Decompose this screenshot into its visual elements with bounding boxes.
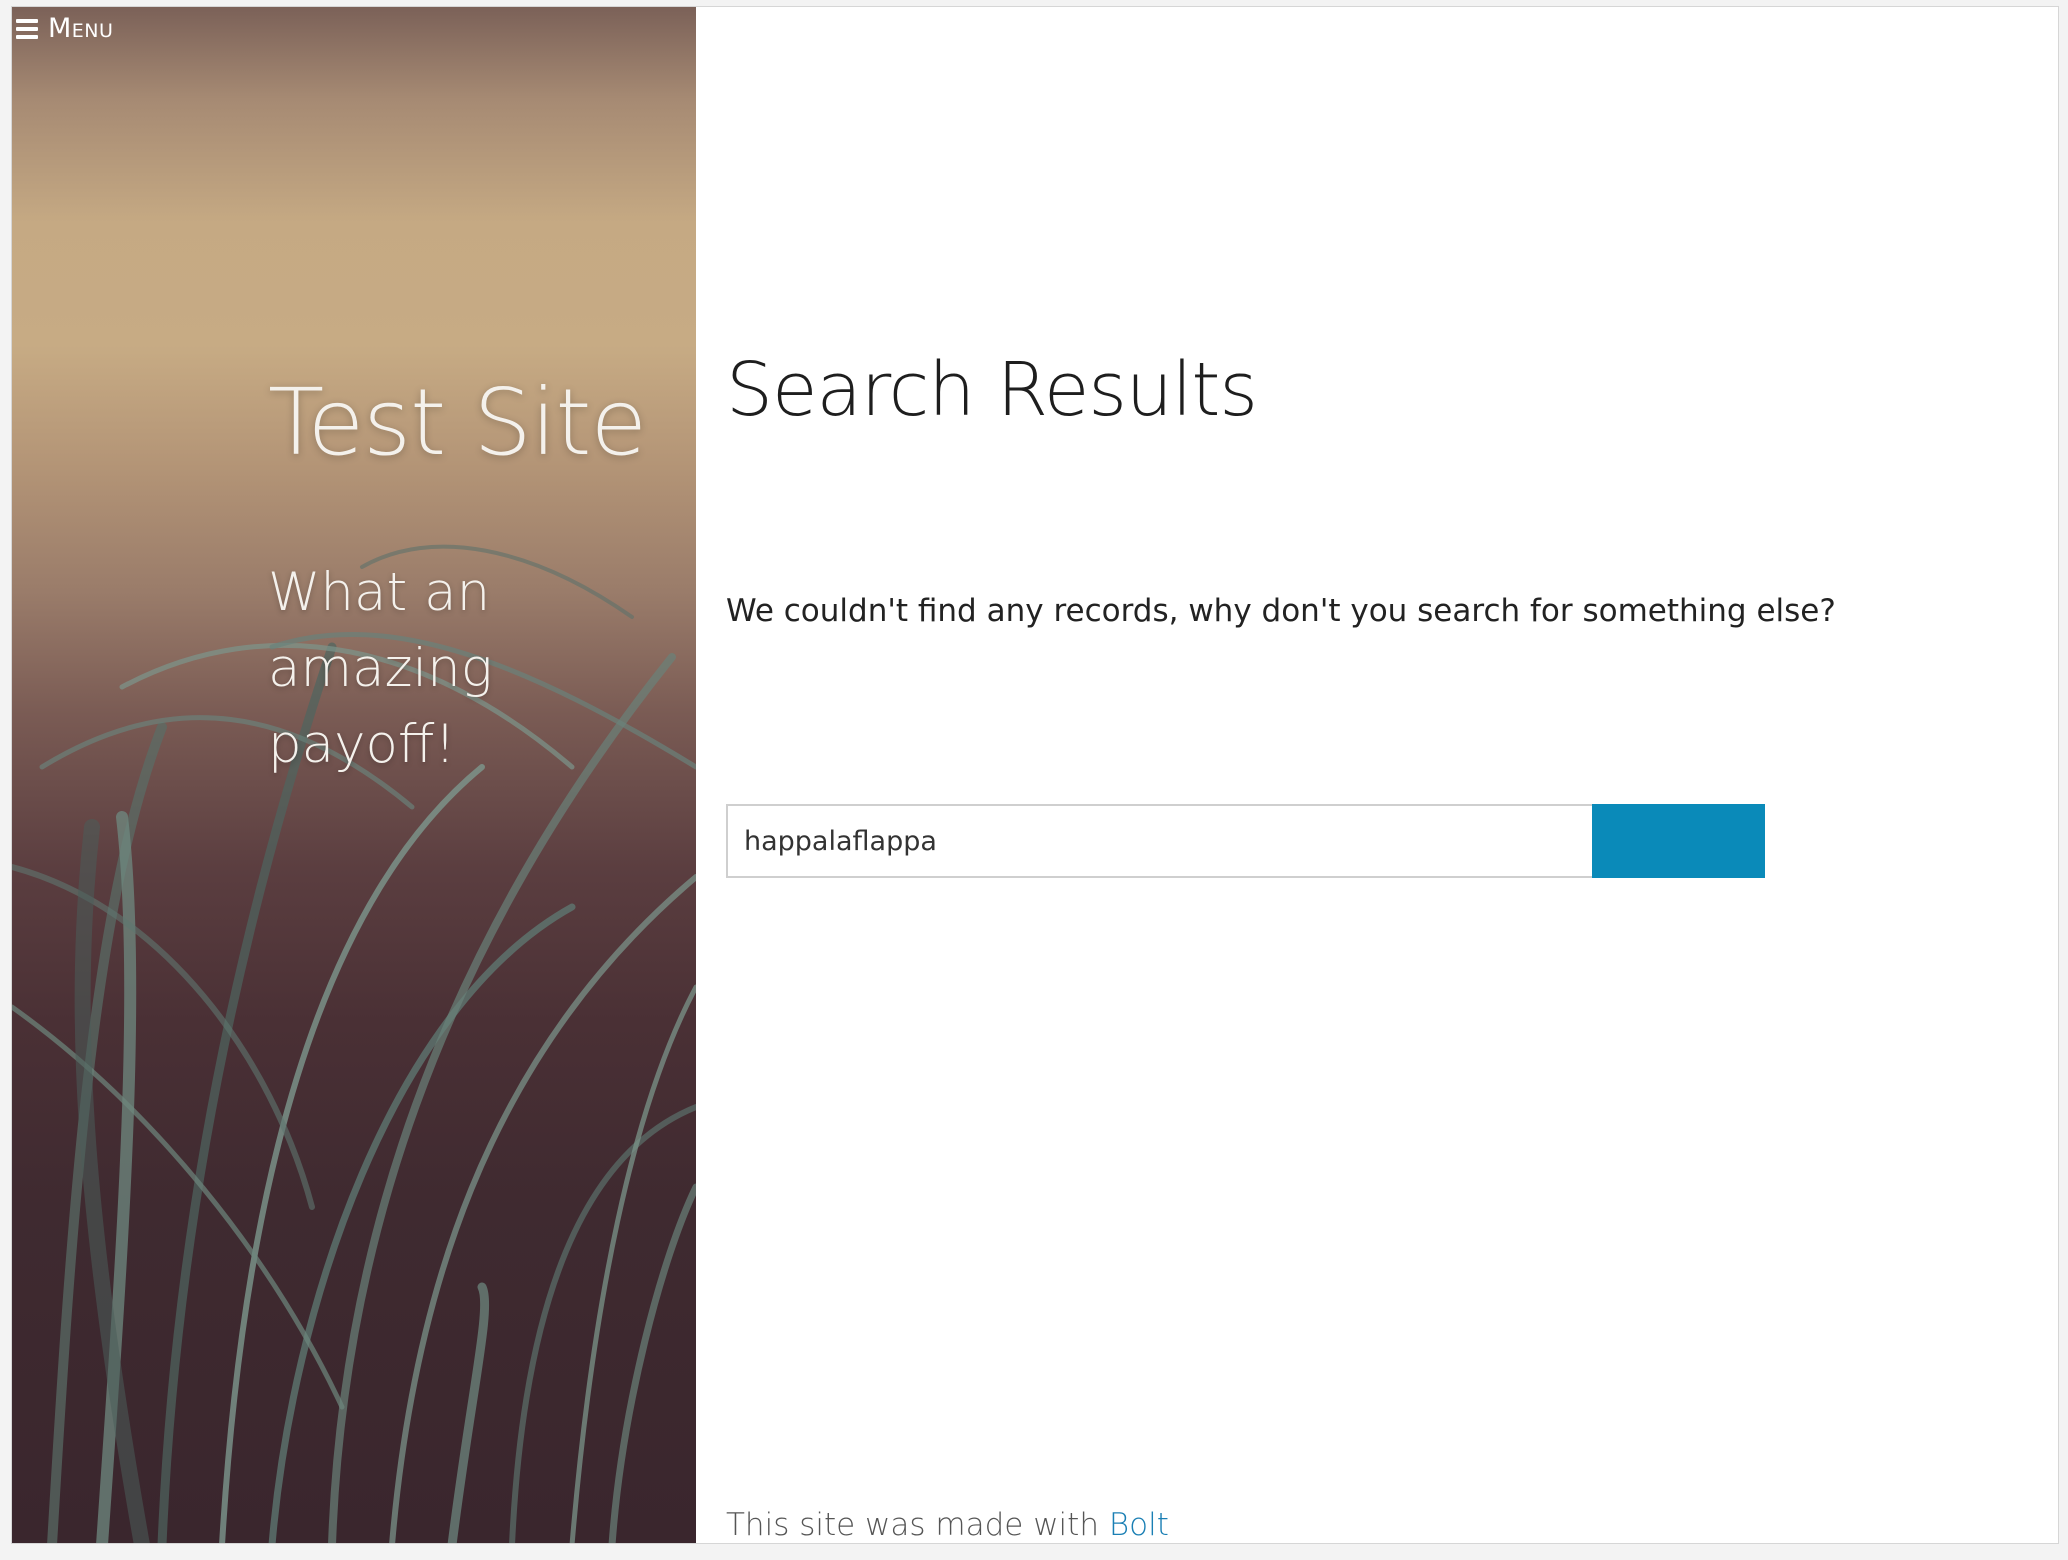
search-form [726, 804, 1765, 878]
search-button[interactable] [1592, 804, 1765, 878]
page-title: Search Results [726, 347, 1258, 433]
site-title: Test Site [268, 369, 647, 476]
menu-label: Menu [48, 13, 114, 44]
footer-text: This site was made with [726, 1507, 1109, 1543]
main-content: Search Results We couldn't find any reco… [696, 7, 2058, 1543]
search-input[interactable] [726, 804, 1592, 878]
site-payoff: What an amazing payoff! [268, 562, 493, 775]
page-frame: Menu Test Site What an amazing payoff! S… [11, 6, 2059, 1544]
hero-panel: Menu Test Site What an amazing payoff! [12, 7, 696, 1543]
menu-toggle-button[interactable]: Menu [16, 15, 113, 42]
no-results-message: We couldn't find any records, why don't … [726, 593, 1836, 629]
hamburger-icon [16, 18, 38, 39]
bolt-link[interactable]: Bolt [1109, 1507, 1169, 1543]
footer: This site was made with Bolt [726, 1507, 1169, 1543]
